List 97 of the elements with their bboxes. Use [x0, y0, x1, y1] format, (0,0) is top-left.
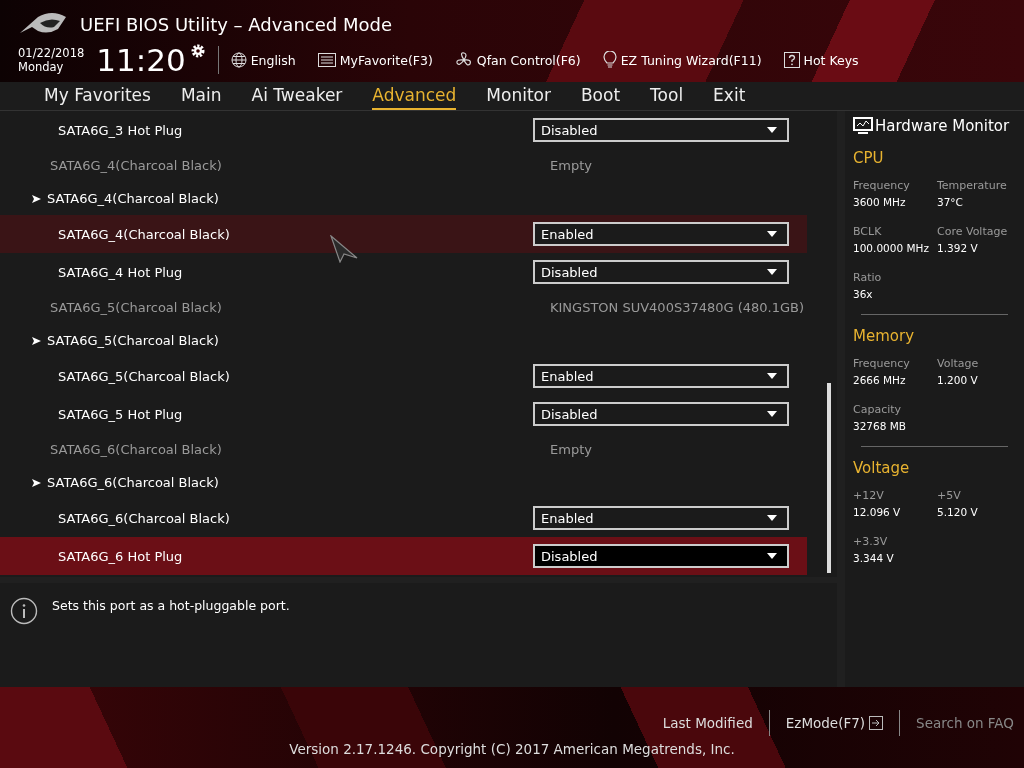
metric-label: Voltage — [937, 357, 980, 370]
setting-value: KINGSTON SUV400S37480G (480.1GB) — [550, 300, 805, 315]
menu-tab[interactable]: My Favorites — [44, 82, 151, 110]
setting-label: SATA6G_4(Charcoal Black) — [58, 226, 230, 242]
setting-row[interactable]: SATA6G_5(Charcoal Black) Enabled — [0, 357, 807, 395]
list-icon — [317, 53, 336, 67]
toolbar-button[interactable]: English — [230, 52, 296, 68]
setting-label: SATA6G_3 Hot Plug — [58, 122, 183, 138]
submenu-item[interactable]: SATA6G_6(Charcoal Black) — [32, 475, 219, 490]
menu-tab[interactable]: Boot — [580, 82, 621, 110]
day-text: Monday — [18, 60, 65, 74]
setting-row[interactable]: SATA6G_3 Hot Plug Disabled — [0, 111, 807, 149]
metric-value: 3600 MHz — [853, 196, 907, 208]
hovered-row[interactable]: SATA6G_4(Charcoal Black) Enabled — [0, 215, 807, 253]
metric-value: 1.392 V — [937, 242, 979, 254]
info-icon — [10, 597, 38, 625]
toolbar-button[interactable]: MyFavorite(F3) — [317, 52, 433, 68]
arrow-icon — [32, 336, 41, 345]
metric-value: 37°C — [937, 196, 964, 208]
metric-value: 36x — [853, 288, 874, 300]
arrow-icon — [32, 478, 41, 487]
metric-label: Temperature — [937, 179, 1008, 192]
window-title: UEFI BIOS Utility – Advanced Mode — [80, 13, 392, 35]
toolbar-button[interactable]: Qfan Control(F6) — [454, 51, 581, 69]
menu-tab[interactable]: Main — [180, 82, 222, 110]
setting-label: SATA6G_4(Charcoal Black) — [50, 158, 223, 173]
section-title: Voltage — [853, 459, 911, 477]
metric-label: +3.3V — [853, 535, 889, 548]
submenu-item[interactable]: SATA6G_5(Charcoal Black) — [32, 333, 219, 348]
menu-tab[interactable]: Monitor — [486, 82, 551, 110]
cursor-icon — [330, 235, 358, 263]
toolbar-button[interactable]: EZ Tuning Wizard(F11) — [602, 51, 762, 69]
metric-value: 12.096 V — [853, 506, 902, 518]
caret-icon — [767, 553, 777, 559]
caret-icon — [767, 411, 777, 417]
metric-value: 100.0000 MHz — [853, 242, 930, 254]
setting-label: SATA6G_4 Hot Plug — [58, 264, 183, 280]
metric-label: +5V — [937, 489, 962, 502]
setting-label: SATA6G_6 Hot Plug — [58, 548, 183, 564]
selected-row[interactable]: SATA6G_6 Hot Plug Disabled — [0, 537, 807, 575]
last-modified-button[interactable]: Last Modified — [662, 715, 753, 731]
arrow-icon — [32, 194, 41, 203]
menu-tab[interactable]: Tool — [650, 82, 684, 110]
search-faq-link[interactable]: Search on FAQ — [916, 715, 1014, 731]
help-text: Sets this port as a hot-pluggable port. — [52, 597, 290, 613]
setting-value: Empty — [550, 442, 592, 457]
setting-row[interactable]: SATA6G_6(Charcoal Black) Enabled — [0, 499, 807, 537]
metric-label: Capacity — [853, 403, 903, 416]
metric-value: 2666 MHz — [853, 374, 907, 386]
caret-icon — [767, 269, 777, 275]
metric-label: +12V — [853, 489, 885, 502]
dropdown[interactable]: Disabled — [533, 118, 789, 142]
submenu-item[interactable]: SATA6G_4(Charcoal Black) — [32, 191, 219, 206]
exit-icon — [869, 716, 884, 730]
metric-value: 5.120 V — [937, 506, 979, 518]
setting-label: SATA6G_5(Charcoal Black) — [58, 368, 230, 384]
section-title: Memory — [853, 327, 915, 345]
setting-label: SATA6G_5(Charcoal Black) — [50, 300, 223, 315]
panel-title: Hardware Monitor — [875, 117, 1010, 135]
metric-label: Frequency — [853, 179, 911, 192]
help-icon — [783, 52, 800, 68]
dropdown[interactable]: Enabled — [533, 222, 789, 246]
date-text: 01/22/2018 — [18, 46, 85, 60]
toolbar-button[interactable]: Hot Keys — [783, 52, 859, 68]
setting-value: Empty — [550, 158, 592, 173]
setting-row[interactable]: SATA6G_4 Hot Plug Disabled — [0, 253, 807, 291]
metric-value: 1.200 V — [937, 374, 979, 386]
scrollbar-thumb[interactable] — [827, 383, 831, 573]
caret-icon — [767, 515, 777, 521]
setting-label: SATA6G_5 Hot Plug — [58, 406, 183, 422]
metric-value: 3.344 V — [853, 552, 895, 564]
setting-label: SATA6G_6(Charcoal Black) — [50, 442, 223, 457]
metric-label: Frequency — [853, 357, 911, 370]
menu-tab[interactable]: Ai Tweaker — [251, 82, 343, 110]
settings-icon[interactable] — [189, 43, 206, 59]
metric-label: BCLK — [853, 225, 883, 238]
menu-tab[interactable]: Exit — [713, 82, 746, 110]
dropdown[interactable]: Enabled — [533, 506, 789, 530]
metric-value: 32768 MB — [853, 420, 907, 432]
metric-label: Ratio — [853, 271, 883, 284]
setting-row[interactable]: SATA6G_5 Hot Plug Disabled — [0, 395, 807, 433]
dropdown[interactable]: Disabled — [533, 260, 789, 284]
metric-label: Core Voltage — [937, 225, 1009, 238]
section-title: CPU — [853, 149, 885, 167]
caret-icon — [767, 127, 777, 133]
dropdown[interactable]: Disabled — [533, 544, 789, 568]
dropdown[interactable]: Disabled — [533, 402, 789, 426]
ez-mode-button[interactable]: EzMode(F7) — [785, 715, 884, 731]
clock-time: 11:20 — [96, 42, 186, 78]
globe-icon — [230, 52, 247, 68]
version-text: Version 2.17.1246. Copyright (C) 2017 American Megatrends, Inc. — [289, 741, 735, 757]
lightbulb-icon — [602, 51, 617, 69]
caret-icon — [767, 231, 777, 237]
monitor-icon — [853, 117, 873, 135]
caret-icon — [767, 373, 777, 379]
setting-label: SATA6G_6(Charcoal Black) — [58, 510, 230, 526]
dropdown[interactable]: Enabled — [533, 364, 789, 388]
